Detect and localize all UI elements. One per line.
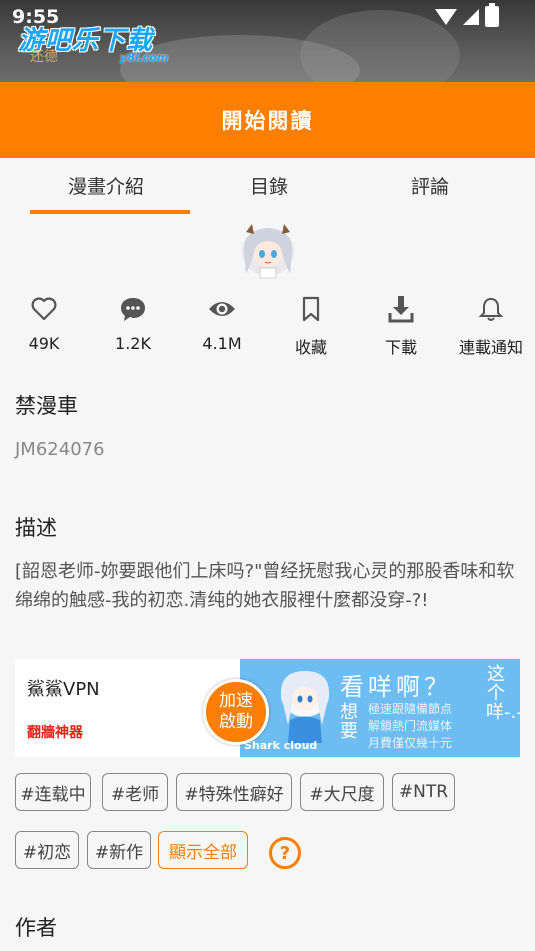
wifi-icon [435, 8, 457, 25]
ad-button-label: 加速啟動 [219, 691, 253, 732]
start-reading-button[interactable]: 開始閱讀 [0, 82, 535, 158]
stats-row: 49K 1.2K 4.1M 收藏 下載 連載通知 [0, 294, 535, 364]
ad-right-panel: 看咩啊？ 想要 極速跟隨備節点 解鎖熱门流媒体 月費僅仅幾十元 这个咩-.- S… [240, 659, 520, 757]
show-all-tags-button[interactable]: 顯示全部 [158, 831, 248, 869]
view-count: 4.1M [202, 334, 242, 353]
ad-brand: Shark cloud [244, 739, 318, 752]
comment-icon [121, 298, 145, 321]
ad-title: 鯊鯊VPN [27, 679, 100, 700]
watermark-url: y8l.com [120, 51, 169, 64]
bookmark-icon [302, 296, 320, 322]
tag-first-love[interactable]: #初恋 [15, 831, 79, 869]
download-icon [388, 296, 414, 323]
tag-new[interactable]: #新作 [87, 831, 151, 869]
battery-icon [485, 3, 499, 27]
view-stat[interactable]: 4.1M [182, 294, 262, 353]
download-button[interactable]: 下載 [361, 294, 441, 358]
tag-serializing[interactable]: #连载中 [15, 773, 91, 811]
ad-feature-3: 月費僅仅幾十元 [368, 736, 453, 750]
like-count: 49K [28, 334, 60, 353]
eye-icon [209, 302, 235, 316]
bell-icon [479, 297, 503, 321]
ad-features: 極速跟隨備節点 解鎖熱门流媒体 月費僅仅幾十元 [368, 701, 452, 752]
author-heading: 作者 [15, 916, 57, 940]
tab-active-indicator [30, 210, 190, 214]
favorite-button[interactable]: 收藏 [271, 294, 351, 358]
comic-code: JM624076 [15, 439, 105, 460]
description-text: [韶恩老师-妳要跟他们上床吗?"曾经抚慰我心灵的那股香味和软绵绵的触感-我的初恋… [15, 561, 515, 611]
comment-count: 1.2K [115, 334, 151, 353]
subscribe-button[interactable]: 連載通知 [451, 294, 531, 358]
tag-teacher[interactable]: #老师 [102, 773, 168, 811]
comic-title: 禁漫車 [15, 394, 78, 418]
status-icons [435, 3, 499, 27]
subscribe-label: 連載通知 [458, 338, 523, 357]
ad-subtitle: 翻牆神器 [27, 725, 83, 741]
comment-stat[interactable]: 1.2K [93, 294, 173, 353]
tab-bar: 漫畫介紹 目錄 評論 [0, 158, 535, 214]
tag-explicit[interactable]: #大尺度 [300, 773, 384, 811]
comic-cover-image[interactable] [234, 222, 302, 280]
description-heading: 描述 [15, 516, 57, 540]
ad-accelerate-button[interactable]: 加速啟動 [203, 679, 269, 745]
tab-comments[interactable]: 評論 [411, 172, 449, 199]
help-icon[interactable]: ? [269, 837, 301, 869]
favorite-label: 收藏 [294, 338, 327, 357]
cell-signal-icon [463, 8, 479, 25]
ad-feature-2: 解鎖熱门流媒体 [368, 719, 453, 733]
header-banner: 9:55 游吧乐下载 还德 y8l.com [0, 0, 535, 82]
download-label: 下載 [384, 338, 417, 357]
like-stat[interactable]: 49K [4, 294, 84, 353]
tag-special-fetish[interactable]: #特殊性癖好 [176, 773, 292, 811]
ad-mascot-image [280, 671, 330, 743]
watermark-deco: 还德 [30, 49, 58, 65]
vpn-ad-banner[interactable]: 鯊鯊VPN 翻牆神器 看咩啊？ 想要 極速跟隨備節点 解鎖熱门流媒体 月費僅仅幾… [15, 659, 520, 757]
ad-vertical-left: 想要 [340, 702, 358, 742]
tab-intro[interactable]: 漫畫介紹 [68, 172, 144, 199]
ad-vertical-right: 这个咩-.- [486, 664, 520, 723]
heart-icon [31, 297, 57, 321]
tag-ntr[interactable]: #NTR [392, 773, 455, 811]
ad-feature-1: 極速跟隨備節点 [368, 702, 453, 716]
tab-chapters[interactable]: 目錄 [250, 172, 288, 199]
ad-headline: 看咩啊？ [340, 673, 452, 701]
